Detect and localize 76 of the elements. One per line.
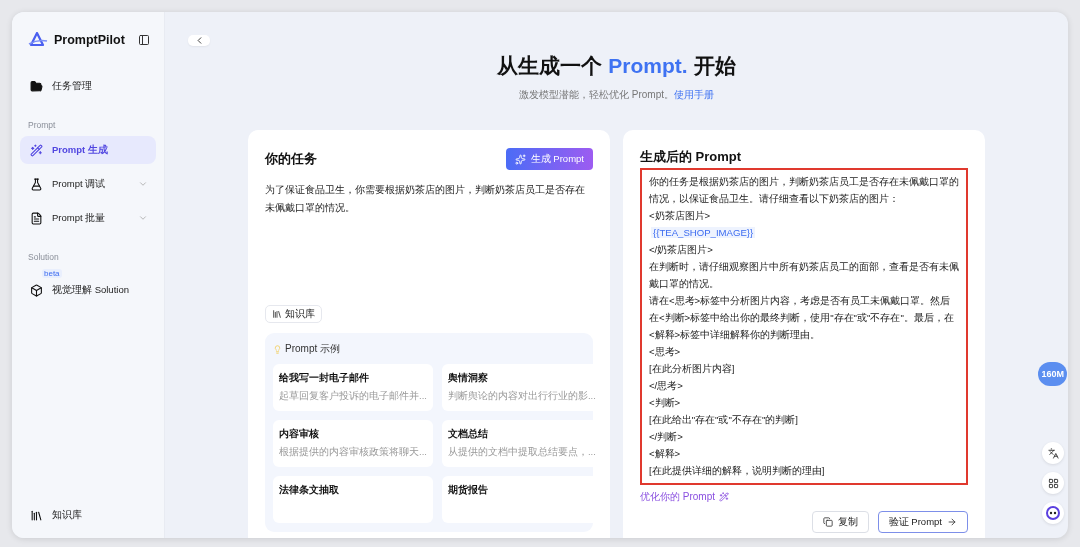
prompt-line: <奶茶店图片> bbox=[649, 209, 712, 223]
folder-icon bbox=[30, 79, 43, 93]
robot-face-icon bbox=[1046, 506, 1060, 520]
sidebar-item-label: Prompt 批量 bbox=[52, 211, 107, 225]
grid-icon bbox=[1047, 477, 1059, 489]
prompt-line: [在此分析图片内容] bbox=[649, 362, 736, 376]
beta-badge: beta bbox=[42, 269, 62, 278]
prompt-line: [在此给出"存在"或"不存在"的判断] bbox=[649, 413, 799, 427]
example-title: 期货报告 bbox=[447, 484, 489, 497]
prompt-line: 在判断时，请仔细观察图片中所有奶茶店员工的面部，查看是否有未佩戴口罩的情况。 bbox=[649, 260, 959, 291]
example-description: 从提供的文档中提取总结要点，... bbox=[447, 446, 596, 459]
prompt-line: 你的任务是根据奶茶店的图片，判断奶茶店员工是否存在未佩戴口罩的情况，以保证食品卫生。请仔细查看以下奶茶店的图片： bbox=[649, 175, 959, 206]
magic-wand-icon bbox=[30, 143, 43, 157]
lightbulb-icon bbox=[273, 344, 282, 354]
example-description: 根据提供的内容审核政策将聊天... bbox=[279, 446, 427, 459]
logo-icon bbox=[28, 32, 48, 48]
translate-icon bbox=[1047, 447, 1059, 459]
sidebar-item-label: Prompt 调试 bbox=[52, 177, 107, 191]
optimize-link[interactable]: 优化你的 Prompt bbox=[640, 490, 968, 504]
page-subtitle: 激发模型潜能，轻松优化 Prompt。使用手册 bbox=[518, 88, 715, 102]
section-heading: Prompt bbox=[27, 120, 57, 130]
sidebar-toggle-icon[interactable] bbox=[138, 34, 150, 46]
prompt-line: [在此提供详细的解释，说明判断的理由] bbox=[649, 464, 826, 478]
sidebar-footer-item[interactable]: 知识库 bbox=[20, 509, 156, 522]
example-description: 起草回复客户投诉的电子邮件并... bbox=[279, 390, 427, 403]
prompt-line: </思考> bbox=[649, 379, 684, 393]
example-title: 舆情洞察 bbox=[447, 372, 489, 385]
template-variable: {{TEA_SHOP_IMAGE}} bbox=[651, 227, 756, 238]
verify-button[interactable]: 验证 Prompt bbox=[877, 511, 968, 533]
sidebar-item-label: 视觉理解 Solution bbox=[52, 283, 130, 297]
knowledge-chip[interactable]: 知识库 bbox=[265, 305, 322, 323]
prompt-line: <解释> bbox=[649, 447, 682, 461]
card-title: 你的任务 bbox=[265, 150, 317, 169]
prompt-line: </奶茶店图片> bbox=[649, 243, 714, 257]
arrow-right-icon bbox=[947, 517, 957, 527]
cube-icon bbox=[30, 283, 43, 297]
section-heading: Solution bbox=[27, 252, 60, 262]
prompt-line: <思考> bbox=[649, 345, 682, 359]
sidebar-item[interactable]: Prompt 批量 bbox=[20, 204, 156, 232]
sidebar-item-label: 任务管理 bbox=[52, 79, 93, 93]
example-title: 文档总结 bbox=[447, 428, 489, 441]
library-icon bbox=[30, 509, 43, 522]
sidebar-item-label: Prompt 生成 bbox=[52, 143, 109, 157]
file-icon bbox=[30, 211, 43, 225]
prompt-line: <判断> bbox=[649, 396, 682, 410]
copy-icon bbox=[822, 517, 833, 527]
example-description: 判断舆论的内容对出行行业的影... bbox=[447, 390, 596, 403]
page-title: 从生成一个 Prompt. 开始 bbox=[496, 53, 737, 79]
example-title: 内容审核 bbox=[279, 428, 320, 441]
brand-name: PromptPilot bbox=[54, 33, 126, 47]
example-card[interactable]: 法律条文抽取 bbox=[273, 476, 433, 523]
generate-button[interactable]: 生成 Prompt bbox=[505, 148, 593, 171]
example-title: 法律条文抽取 bbox=[279, 484, 340, 497]
prompt-line: 请在<思考>标签中分析图片内容，考虑是否有员工未佩戴口罩。然后在<判断>标签中给出你的最终判断，使用"存在"或"不存在"。最后，在<解释>标签中详细解释你的判断理由。 bbox=[649, 294, 955, 342]
sidebar-item[interactable]: 任务管理 bbox=[20, 72, 156, 100]
task-text: 为了保证食品卫生，你需要根据奶茶店的图片，判断奶茶店员工是否存在未佩戴口罩的情况。 bbox=[265, 182, 586, 215]
copy-button[interactable]: 复制 bbox=[811, 511, 869, 533]
magic-wand-icon bbox=[719, 492, 729, 502]
footer-label: 知识库 bbox=[52, 509, 82, 522]
example-card[interactable]: 内容审核 根据提供的内容审核政策将聊天... bbox=[273, 420, 433, 467]
sparkles-icon bbox=[514, 153, 526, 165]
manual-link[interactable]: 使用手册 bbox=[674, 89, 714, 100]
prompt-line: </判断> bbox=[649, 430, 684, 444]
flask-icon bbox=[30, 177, 43, 191]
memory-badge: 160M bbox=[1038, 362, 1067, 386]
example-title: 给我写一封电子邮件 bbox=[279, 372, 370, 385]
sidebar-item[interactable]: Prompt 调试 bbox=[20, 170, 156, 198]
assistant-button[interactable] bbox=[1042, 502, 1064, 524]
library-icon bbox=[272, 309, 282, 319]
example-card[interactable]: 给我写一封电子邮件 起草回复客户投诉的电子邮件并... bbox=[273, 364, 433, 411]
sidebar-item[interactable]: Prompt 生成 bbox=[20, 136, 156, 164]
examples-heading: Prompt 示例 bbox=[285, 342, 340, 356]
translate-button[interactable] bbox=[1042, 442, 1064, 464]
card-title: 生成后的 Prompt bbox=[640, 148, 743, 166]
sidebar-item[interactable]: beta 视觉理解 Solution bbox=[20, 268, 156, 304]
apps-button[interactable] bbox=[1042, 472, 1064, 494]
